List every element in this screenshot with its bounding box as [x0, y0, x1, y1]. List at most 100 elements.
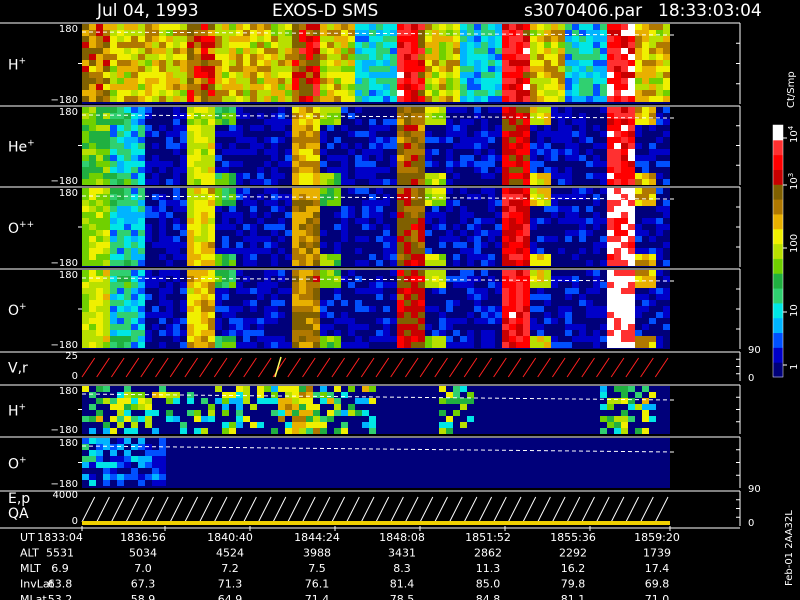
heatmap-cell	[523, 72, 530, 78]
heatmap-cell	[355, 324, 362, 330]
heatmap-cell	[516, 276, 523, 282]
heatmap-cell	[124, 84, 131, 90]
heatmap-cell	[467, 312, 474, 318]
colorbar-swatch	[773, 213, 783, 230]
heatmap-cell	[530, 149, 537, 155]
heatmap-cell	[299, 248, 306, 254]
heatmap-cell	[383, 54, 390, 60]
heatmap-cell	[467, 60, 474, 66]
colorbar-swatch	[773, 288, 783, 304]
heatmap-cell	[250, 230, 257, 236]
heatmap-cell	[187, 294, 194, 300]
panel-species-label: V,r	[8, 361, 28, 377]
heatmap-cell	[656, 188, 663, 194]
heatmap-cell	[82, 254, 89, 260]
heatmap-cell	[411, 66, 418, 72]
heatmap-cell	[306, 300, 313, 306]
heatmap-cell	[558, 48, 565, 54]
heatmap-cell	[537, 248, 544, 254]
heatmap-cell	[523, 30, 530, 36]
heatmap-cell	[355, 84, 362, 90]
heatmap-cell	[523, 270, 530, 276]
heatmap-cell	[502, 131, 509, 137]
heatmap-cell	[495, 60, 502, 66]
heatmap-cell	[362, 410, 369, 416]
heatmap-cell	[320, 188, 327, 194]
heatmap-cell	[299, 78, 306, 84]
heatmap-cell	[159, 288, 166, 294]
heatmap-cell	[411, 72, 418, 78]
heatmap-cell	[96, 260, 103, 266]
heatmap-cell	[229, 428, 236, 434]
heatmap-cell	[481, 72, 488, 78]
heatmap-cell	[299, 300, 306, 306]
heatmap-cell	[215, 324, 222, 330]
heatmap-cell	[551, 42, 558, 48]
heatmap-cell	[152, 206, 159, 212]
heatmap-cell	[355, 260, 362, 266]
heatmap-cell	[355, 96, 362, 102]
heatmap-cell	[271, 167, 278, 173]
species-charge: +	[19, 302, 27, 312]
heatmap-cell	[614, 90, 621, 96]
heatmap-cell	[530, 125, 537, 131]
heatmap-cell	[544, 254, 551, 260]
heatmap-cell	[390, 318, 397, 324]
heatmap-cell	[222, 66, 229, 72]
heatmap-cell	[516, 167, 523, 173]
heatmap-cell	[138, 456, 145, 462]
heatmap-cell	[243, 254, 250, 260]
heatmap-cell	[614, 224, 621, 230]
heatmap-cell	[89, 84, 96, 90]
heatmap-cell	[537, 96, 544, 102]
heatmap-cell	[397, 282, 404, 288]
heatmap-cell	[208, 137, 215, 143]
heatmap-cell	[222, 167, 229, 173]
heatmap-cell	[82, 30, 89, 36]
heatmap-cell	[649, 84, 656, 90]
heatmap-cell	[558, 78, 565, 84]
heatmap-cell	[453, 173, 460, 179]
heatmap-cell	[327, 96, 334, 102]
heatmap-cell	[376, 200, 383, 206]
heatmap-cell	[460, 54, 467, 60]
heatmap-cell	[516, 24, 523, 30]
heatmap-cell	[299, 312, 306, 318]
heatmap-cell	[411, 194, 418, 200]
heatmap-cell	[138, 242, 145, 248]
heatmap-cell	[411, 137, 418, 143]
heatmap-cell	[145, 131, 152, 137]
heatmap-cell	[530, 194, 537, 200]
heatmap-cell	[285, 230, 292, 236]
y-min-label: −180	[51, 176, 78, 187]
heatmap-cell	[362, 161, 369, 167]
heatmap-cell	[110, 167, 117, 173]
heatmap-cell	[306, 78, 313, 84]
heatmap-cell	[642, 188, 649, 194]
heatmap-cell	[495, 48, 502, 54]
heatmap-cell	[306, 306, 313, 312]
heatmap-cell	[159, 125, 166, 131]
heatmap-cell	[131, 212, 138, 218]
heatmap-cell	[614, 66, 621, 72]
heatmap-cell	[642, 96, 649, 102]
heatmap-cell	[635, 254, 642, 260]
heatmap-cell	[271, 48, 278, 54]
y-min-label: −180	[51, 479, 78, 490]
heatmap-cell	[229, 36, 236, 42]
heatmap-cell	[404, 155, 411, 161]
heatmap-cell	[614, 131, 621, 137]
heatmap-cell	[117, 155, 124, 161]
heatmap-cell	[292, 48, 299, 54]
heatmap-cell	[285, 90, 292, 96]
heatmap-cell	[103, 78, 110, 84]
heatmap-cell	[509, 113, 516, 119]
heatmap-cell	[131, 342, 138, 348]
heatmap-cell	[558, 125, 565, 131]
heatmap-cell	[180, 155, 187, 161]
heatmap-cell	[404, 318, 411, 324]
heatmap-cell	[516, 113, 523, 119]
heatmap-cell	[208, 179, 215, 185]
heatmap-cell	[607, 336, 614, 342]
heatmap-cell	[103, 398, 110, 404]
